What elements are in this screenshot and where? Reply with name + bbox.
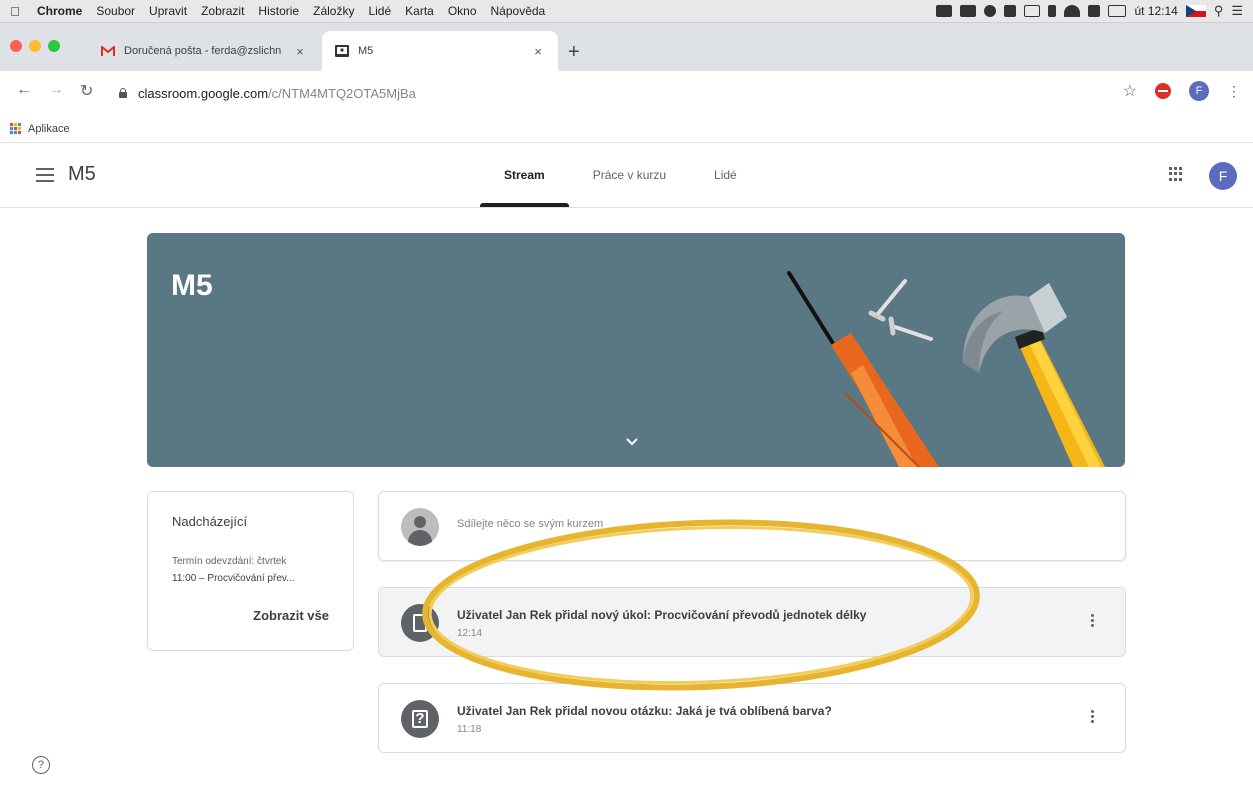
help-icon[interactable]: ? [32, 756, 50, 774]
post-title[interactable]: Uživatel Jan Rek přidal novou otázku: Ja… [457, 704, 832, 718]
bookmark-star-icon[interactable]: ☆ [1123, 81, 1137, 101]
view-all-button[interactable]: Zobrazit vše [253, 608, 329, 623]
wifi-icon[interactable] [1064, 5, 1081, 17]
gmail-icon [100, 44, 116, 58]
people-icon[interactable] [960, 5, 977, 17]
clock[interactable]: út 12:14 [1134, 4, 1177, 18]
close-tab-icon[interactable]: × [530, 44, 546, 59]
adblock-icon[interactable] [1155, 83, 1171, 99]
menu-soubor[interactable]: Soubor [89, 4, 142, 18]
upcoming-item-link[interactable]: 11:00 – Procvičování přev... [172, 573, 342, 584]
tab-title: M5 [358, 45, 374, 57]
menu-okno[interactable]: Okno [441, 4, 484, 18]
menu-napoveda[interactable]: Nápověda [484, 4, 553, 18]
menu-lide[interactable]: Lidé [361, 4, 398, 18]
stream-post-question[interactable]: ? Uživatel Jan Rek přidal novou otázku: … [378, 683, 1126, 753]
post-title[interactable]: Uživatel Jan Rek přidal nový úkol: Procv… [457, 608, 866, 622]
classroom-app-bar: M5 Stream Práce v kurzu Lidé F [0, 143, 1253, 208]
menu-bar-tray: út 12:14 ⚲ ☰ [936, 0, 1253, 22]
profile-avatar-small[interactable]: F [1189, 81, 1209, 101]
banner-title: M5 [171, 269, 213, 302]
app-tray-icon[interactable] [1004, 5, 1017, 17]
browser-tab-strip: Doručená pošta - ferda@zslichn × M5 × + [0, 23, 1253, 71]
assignment-icon [401, 604, 439, 642]
more-options-icon[interactable] [1091, 614, 1095, 629]
upcoming-due: Termín odevzdání: čtvrtek [172, 556, 287, 567]
maximize-window-button[interactable] [48, 40, 60, 52]
chevron-down-icon[interactable] [625, 435, 639, 449]
new-tab-button[interactable]: + [568, 41, 580, 64]
tab-people[interactable]: Lidé [690, 143, 761, 207]
spotlight-icon[interactable]: ⚲ [1214, 3, 1224, 19]
stream-post-assignment[interactable]: Uživatel Jan Rek přidal nový úkol: Procv… [378, 587, 1126, 657]
apple-icon[interactable]:  [0, 4, 30, 19]
more-options-icon[interactable] [1091, 710, 1095, 725]
post-time: 11:18 [457, 724, 482, 735]
bookmark-apps[interactable]: Aplikace [28, 123, 70, 135]
window-controls [10, 40, 60, 52]
browser-tab-classroom[interactable]: M5 × [322, 31, 558, 71]
question-mark-glyph: ? [415, 710, 425, 727]
tools-illustration [787, 271, 1105, 467]
chat-icon[interactable] [984, 5, 997, 17]
bookmarks-bar: Aplikace [0, 115, 1253, 143]
airplay-icon[interactable] [1024, 5, 1041, 17]
tab-title: Doručená pošta - ferda@zslichn [124, 45, 282, 57]
menu-zalozky[interactable]: Záložky [306, 4, 361, 18]
czech-flag-icon[interactable] [1185, 5, 1206, 17]
class-tabs: Stream Práce v kurzu Lidé [480, 143, 761, 207]
apps-icon[interactable] [10, 122, 22, 135]
upcoming-card: Nadcházející Termín odevzdání: čtvrtek 1… [147, 491, 354, 651]
browser-menu-icon[interactable]: ⋮ [1227, 83, 1241, 100]
menu-upravit[interactable]: Upravit [142, 4, 194, 18]
browser-tab-gmail[interactable]: Doručená pošta - ferda@zslichn × [88, 31, 320, 71]
post-time: 12:14 [457, 628, 483, 639]
close-window-button[interactable] [10, 40, 22, 52]
battery-icon[interactable] [1108, 5, 1127, 17]
lock-icon[interactable] [118, 88, 128, 98]
tab-stream[interactable]: Stream [480, 143, 569, 207]
user-avatar-icon [401, 508, 439, 546]
minimize-window-button[interactable] [29, 40, 41, 52]
calendar-icon[interactable] [936, 5, 953, 17]
url-host: classroom.google.com [138, 85, 269, 101]
announcement-placeholder[interactable]: Sdílejte něco se svým kurzem [457, 518, 603, 530]
back-arrow-icon[interactable]: ← [16, 81, 32, 99]
forward-arrow-icon[interactable]: → [48, 81, 64, 99]
announcement-composer[interactable]: Sdílejte něco se svým kurzem [378, 491, 1126, 561]
reload-icon[interactable]: ↻ [80, 81, 93, 101]
menu-chrome[interactable]: Chrome [30, 4, 89, 18]
url-path: /c/NTM4MTQ2OTA5MjBa [268, 85, 416, 101]
mac-menu-bar:  Chrome Soubor Upravit Zobrazit Histori… [0, 0, 1253, 23]
account-avatar[interactable]: F [1209, 162, 1237, 190]
bluetooth-icon[interactable] [1048, 5, 1057, 17]
close-tab-icon[interactable]: × [292, 44, 308, 59]
menu-zobrazit[interactable]: Zobrazit [194, 4, 251, 18]
classroom-icon [334, 44, 350, 58]
notification-center-icon[interactable]: ☰ [1231, 3, 1243, 19]
upcoming-title: Nadcházející [172, 514, 248, 529]
google-apps-icon[interactable] [1169, 167, 1183, 181]
question-icon: ? [401, 700, 439, 738]
class-title[interactable]: M5 [68, 163, 96, 186]
tab-coursework[interactable]: Práce v kurzu [569, 143, 690, 207]
volume-icon[interactable] [1088, 5, 1101, 17]
hamburger-menu-icon[interactable] [36, 168, 54, 186]
address-bar[interactable]: classroom.google.com /c/NTM4MTQ2OTA5MjBa [112, 79, 1112, 107]
menu-karta[interactable]: Karta [398, 4, 441, 18]
browser-toolbar: ← → ↻ classroom.google.com /c/NTM4MTQ2OT… [0, 71, 1253, 115]
menu-historie[interactable]: Historie [251, 4, 306, 18]
toolbar-actions: ☆ F ⋮ [1123, 81, 1241, 101]
class-banner: M5 [147, 233, 1125, 467]
